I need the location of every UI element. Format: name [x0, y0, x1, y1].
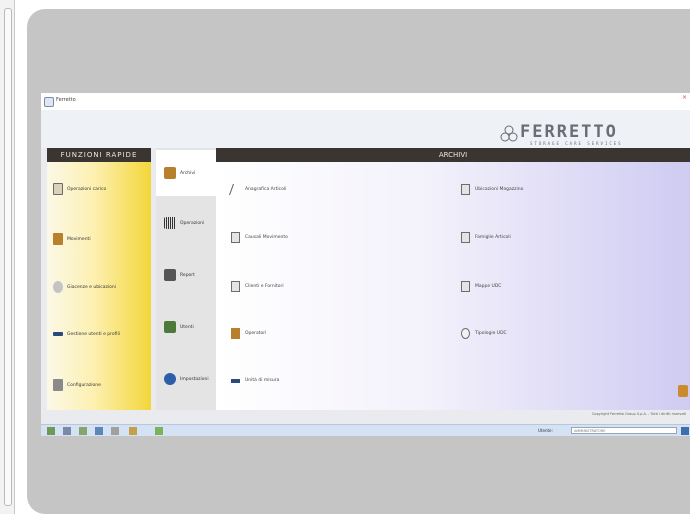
tab-label: Archivi	[180, 170, 196, 176]
brand-logo-text: FERRETTO	[520, 122, 618, 142]
status-label: Utente:	[538, 428, 553, 433]
navigate-icon[interactable]	[95, 427, 103, 435]
menu-item-label: Mappe UDC	[475, 284, 502, 289]
brand-tagline: STORAGE CARE SERVICES	[530, 141, 623, 146]
sidebar-item-label: Movimenti	[67, 236, 91, 242]
tab-label: Report	[180, 272, 195, 278]
home-icon[interactable]	[47, 427, 55, 435]
forklift-icon	[164, 269, 176, 281]
sidebar: Operazioni carico Movimenti Giacenze e u…	[47, 162, 151, 410]
content-panel: Anagrafica Articoli Ubicazioni Magazzino…	[216, 162, 690, 410]
menu-item-label: Operatori	[245, 331, 267, 336]
search-icon	[461, 328, 470, 339]
sidebar-item-label: Giacenze e ubicazioni	[67, 284, 117, 290]
sidebar-item-operazioni-carico[interactable]: Operazioni carico	[53, 182, 106, 196]
print-icon[interactable]	[63, 427, 71, 435]
sidebar-item-movimenti[interactable]: Movimenti	[53, 232, 91, 246]
globe-icon	[164, 373, 176, 385]
ok-icon[interactable]	[155, 427, 163, 435]
logout-icon[interactable]	[681, 427, 689, 435]
sidebar-item-label: Operazioni carico	[67, 186, 107, 192]
tab-label: Impostazioni	[180, 376, 209, 382]
tab-report[interactable]: Report	[156, 252, 216, 298]
search-icon	[53, 281, 63, 293]
menu-item-label: Famiglie Articoli	[475, 235, 511, 240]
menu-item-label: Unità di misura	[245, 378, 280, 383]
menu-item-mappe-udc[interactable]: Mappe UDC	[461, 281, 501, 292]
box-icon	[53, 233, 63, 245]
box-icon	[678, 385, 688, 397]
menu-item-anagrafica-articoli[interactable]: Anagrafica Articoli	[228, 184, 287, 195]
content-header: ARCHIVI	[216, 148, 690, 162]
box-icon	[164, 167, 176, 179]
sidebar-item-label: Gestione utenti e profili	[67, 331, 120, 337]
tab-label: Utenti	[180, 324, 194, 330]
footer-copyright: Copyright Ferretto Group S.p.A. - Tutti …	[591, 412, 686, 416]
app-icon	[44, 97, 54, 107]
page-left-rule	[0, 0, 15, 514]
app-window: Ferretto × FERRETTO STORAGE CARE SERVICE…	[41, 93, 690, 436]
menu-item-causali-movimento[interactable]: Causali Movimento	[231, 232, 288, 243]
sidebar-item-gestione-utenti[interactable]: Gestione utenti e profili	[53, 327, 120, 341]
document-icon	[461, 281, 470, 292]
menu-item-label: Tipologie UDC	[475, 331, 507, 336]
barcode-icon	[164, 217, 176, 229]
tab-archivi[interactable]: Archivi	[156, 150, 216, 196]
menu-item-label: Clienti e Fornitori	[245, 284, 284, 289]
people-icon	[164, 321, 176, 333]
menu-item-label: Ubicazioni Magazzino	[475, 187, 524, 192]
refresh-icon[interactable]	[79, 427, 87, 435]
key-icon	[231, 378, 240, 383]
document-icon	[231, 232, 240, 243]
status-bar: Utente: AMMINISTRATORE	[41, 424, 690, 436]
menu-item-label: Causali Movimento	[245, 235, 288, 240]
menu-item-ubicazioni-magazzino[interactable]: Ubicazioni Magazzino	[461, 184, 523, 195]
tools-icon[interactable]	[129, 427, 137, 435]
close-icon[interactable]: ×	[682, 95, 688, 101]
menu-item-operatori[interactable]: Operatori	[231, 328, 266, 339]
left-rule-track	[4, 8, 12, 506]
tab-column: Archivi Operazioni Report Utenti Imposta…	[156, 148, 216, 410]
menu-item-clienti-fornitori[interactable]: Clienti e Fornitori	[231, 281, 284, 292]
box-icon	[231, 328, 240, 339]
menu-item-label: Anagrafica Articoli	[245, 187, 287, 192]
status-user-field[interactable]: AMMINISTRATORE	[571, 427, 677, 434]
key-icon	[53, 332, 63, 336]
menu-item-famiglie-articoli[interactable]: Famiglie Articoli	[461, 232, 511, 243]
logo-area: FERRETTO STORAGE CARE SERVICES	[41, 110, 690, 148]
help-icon[interactable]	[111, 427, 119, 435]
tab-impostazioni[interactable]: Impostazioni	[156, 356, 216, 402]
tab-utenti[interactable]: Utenti	[156, 304, 216, 350]
menu-item-tipologie-udc[interactable]: Tipologie UDC	[461, 328, 507, 339]
tab-operazioni[interactable]: Operazioni	[156, 200, 216, 246]
document-icon	[461, 184, 470, 195]
settings-icon	[53, 379, 63, 391]
tab-label: Operazioni	[180, 220, 205, 226]
sidebar-item-label: Configurazione	[67, 382, 101, 388]
ferretto-logo-icon	[500, 125, 518, 142]
sidebar-item-configurazione[interactable]: Configurazione	[53, 378, 101, 392]
document-icon	[461, 232, 470, 243]
title-bar: Ferretto ×	[41, 93, 690, 111]
window-title: Ferretto	[56, 97, 76, 103]
sidebar-header: FUNZIONI RAPIDE	[47, 148, 151, 162]
sidebar-item-giacenze[interactable]: Giacenze e ubicazioni	[53, 280, 116, 294]
pencil-icon	[228, 184, 243, 195]
document-icon	[231, 281, 240, 292]
menu-item-unita-misura[interactable]: Unità di misura	[231, 378, 279, 383]
document-icon	[53, 183, 63, 195]
